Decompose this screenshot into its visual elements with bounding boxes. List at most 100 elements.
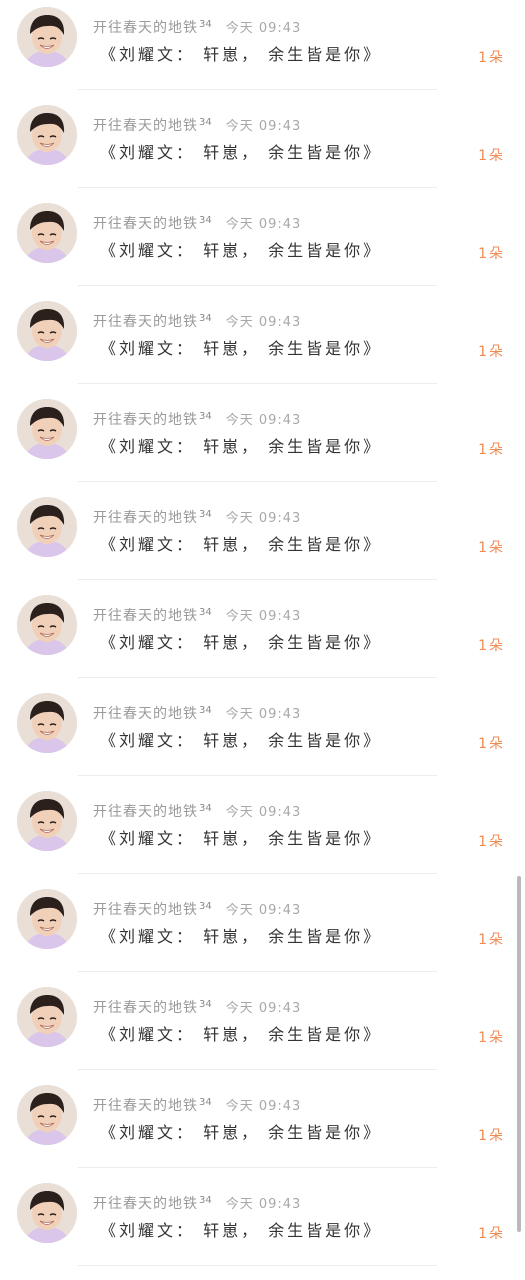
message-time: 今天 09:43 bbox=[225, 903, 302, 918]
avatar[interactable] bbox=[17, 987, 77, 1047]
avatar[interactable] bbox=[17, 889, 77, 949]
avatar[interactable] bbox=[17, 693, 77, 753]
sender-badge: 34 bbox=[199, 803, 212, 814]
message-text[interactable]: 《刘耀文： 轩崽， 余生皆是你》 bbox=[100, 532, 382, 558]
message-item[interactable]: 开往春天的地铁34 今天 09:43 《刘耀文： 轩崽， 余生皆是你》 1朵 bbox=[0, 1070, 525, 1168]
message-text[interactable]: 《刘耀文： 轩崽， 余生皆是你》 bbox=[100, 728, 382, 754]
scrollbar[interactable] bbox=[517, 876, 521, 1232]
message-item[interactable]: 开往春天的地铁34 今天 09:43 《刘耀文： 轩崽， 余生皆是你》 1朵 bbox=[0, 776, 525, 874]
message-time: 今天 09:43 bbox=[225, 217, 302, 232]
sender-badge: 34 bbox=[199, 117, 212, 128]
sender-badge: 34 bbox=[199, 607, 212, 618]
message-meta: 开往春天的地铁34 今天 09:43 bbox=[93, 311, 301, 333]
sender-badge: 34 bbox=[199, 999, 212, 1010]
message-text[interactable]: 《刘耀文： 轩崽， 余生皆是你》 bbox=[100, 1022, 382, 1048]
message-time: 今天 09:43 bbox=[225, 119, 302, 134]
avatar[interactable] bbox=[17, 301, 77, 361]
flower-count: 1朵 bbox=[478, 246, 505, 262]
flower-count: 1朵 bbox=[478, 344, 505, 360]
sender-badge: 34 bbox=[199, 1097, 212, 1108]
message-text[interactable]: 《刘耀文： 轩崽， 余生皆是你》 bbox=[100, 1120, 382, 1146]
message-time: 今天 09:43 bbox=[225, 511, 302, 526]
message-item[interactable]: 开往春天的地铁34 今天 09:43 《刘耀文： 轩崽， 余生皆是你》 1朵 bbox=[0, 384, 525, 482]
flower-count: 1朵 bbox=[478, 1030, 505, 1046]
sender-badge: 34 bbox=[199, 313, 212, 324]
message-text[interactable]: 《刘耀文： 轩崽， 余生皆是你》 bbox=[100, 140, 382, 166]
sender-name[interactable]: 开往春天的地铁 bbox=[93, 804, 198, 820]
message-text[interactable]: 《刘耀文： 轩崽， 余生皆是你》 bbox=[100, 826, 382, 852]
sender-name[interactable]: 开往春天的地铁 bbox=[93, 1196, 198, 1212]
message-text[interactable]: 《刘耀文： 轩崽， 余生皆是你》 bbox=[100, 924, 382, 950]
message-time: 今天 09:43 bbox=[225, 1099, 302, 1114]
sender-name[interactable]: 开往春天的地铁 bbox=[93, 314, 198, 330]
flower-count: 1朵 bbox=[478, 1128, 505, 1144]
sender-name[interactable]: 开往春天的地铁 bbox=[93, 510, 198, 526]
flower-count: 1朵 bbox=[478, 932, 505, 948]
flower-count: 1朵 bbox=[478, 638, 505, 654]
sender-badge: 34 bbox=[199, 705, 212, 716]
message-item[interactable]: 开往春天的地铁34 今天 09:43 《刘耀文： 轩崽， 余生皆是你》 1朵 bbox=[0, 0, 525, 90]
message-item[interactable]: 开往春天的地铁34 今天 09:43 《刘耀文： 轩崽， 余生皆是你》 1朵 bbox=[0, 90, 525, 188]
message-item[interactable]: 开往春天的地铁34 今天 09:43 《刘耀文： 轩崽， 余生皆是你》 1朵 bbox=[0, 580, 525, 678]
flower-count: 1朵 bbox=[478, 540, 505, 556]
avatar[interactable] bbox=[17, 595, 77, 655]
message-time: 今天 09:43 bbox=[225, 315, 302, 330]
message-text[interactable]: 《刘耀文： 轩崽， 余生皆是你》 bbox=[100, 238, 382, 264]
message-item[interactable]: 开往春天的地铁34 今天 09:43 《刘耀文： 轩崽， 余生皆是你》 1朵 bbox=[0, 1168, 525, 1266]
message-text[interactable]: 《刘耀文： 轩崽， 余生皆是你》 bbox=[100, 1218, 382, 1244]
flower-count: 1朵 bbox=[478, 834, 505, 850]
message-item[interactable]: 开往春天的地铁34 今天 09:43 《刘耀文： 轩崽， 余生皆是你》 1朵 bbox=[0, 188, 525, 286]
message-time: 今天 09:43 bbox=[225, 1197, 302, 1212]
sender-name[interactable]: 开往春天的地铁 bbox=[93, 902, 198, 918]
message-meta: 开往春天的地铁34 今天 09:43 bbox=[93, 801, 301, 823]
avatar[interactable] bbox=[17, 1085, 77, 1145]
message-item[interactable]: 开往春天的地铁34 今天 09:43 《刘耀文： 轩崽， 余生皆是你》 1朵 bbox=[0, 874, 525, 972]
flower-count: 1朵 bbox=[478, 1226, 505, 1242]
avatar[interactable] bbox=[17, 105, 77, 165]
message-meta: 开往春天的地铁34 今天 09:43 bbox=[93, 409, 301, 431]
message-text[interactable]: 《刘耀文： 轩崽， 余生皆是你》 bbox=[100, 42, 382, 68]
message-item[interactable]: 开往春天的地铁34 今天 09:43 《刘耀文： 轩崽， 余生皆是你》 1朵 bbox=[0, 286, 525, 384]
message-item[interactable]: 开往春天的地铁34 今天 09:43 《刘耀文： 轩崽， 余生皆是你》 1朵 bbox=[0, 972, 525, 1070]
message-meta: 开往春天的地铁34 今天 09:43 bbox=[93, 213, 301, 235]
sender-name[interactable]: 开往春天的地铁 bbox=[93, 412, 198, 428]
sender-badge: 34 bbox=[199, 509, 212, 520]
message-time: 今天 09:43 bbox=[225, 707, 302, 722]
flower-count: 1朵 bbox=[478, 442, 505, 458]
message-list: 开往春天的地铁34 今天 09:43 《刘耀文： 轩崽， 余生皆是你》 1朵 开往… bbox=[0, 0, 525, 1280]
flower-count: 1朵 bbox=[478, 50, 505, 66]
message-time: 今天 09:43 bbox=[225, 1001, 302, 1016]
flower-count: 1朵 bbox=[478, 736, 505, 752]
message-text[interactable]: 《刘耀文： 轩崽， 余生皆是你》 bbox=[100, 630, 382, 656]
message-time: 今天 09:43 bbox=[225, 609, 302, 624]
flower-count: 1朵 bbox=[478, 148, 505, 164]
message-time: 今天 09:43 bbox=[225, 21, 302, 36]
avatar[interactable] bbox=[17, 399, 77, 459]
avatar[interactable] bbox=[17, 1183, 77, 1243]
avatar[interactable] bbox=[17, 203, 77, 263]
message-meta: 开往春天的地铁34 今天 09:43 bbox=[93, 507, 301, 529]
avatar[interactable] bbox=[17, 791, 77, 851]
message-meta: 开往春天的地铁34 今天 09:43 bbox=[93, 997, 301, 1019]
message-meta: 开往春天的地铁34 今天 09:43 bbox=[93, 17, 301, 39]
message-meta: 开往春天的地铁34 今天 09:43 bbox=[93, 605, 301, 627]
message-item[interactable]: 开往春天的地铁34 今天 09:43 《刘耀文： 轩崽， 余生皆是你》 1朵 bbox=[0, 678, 525, 776]
sender-badge: 34 bbox=[199, 901, 212, 912]
avatar[interactable] bbox=[17, 497, 77, 557]
message-time: 今天 09:43 bbox=[225, 805, 302, 820]
message-meta: 开往春天的地铁34 今天 09:43 bbox=[93, 1193, 301, 1215]
sender-name[interactable]: 开往春天的地铁 bbox=[93, 20, 198, 36]
avatar[interactable] bbox=[17, 7, 77, 67]
sender-name[interactable]: 开往春天的地铁 bbox=[93, 1000, 198, 1016]
message-item[interactable]: 开往春天的地铁34 今天 09:43 《刘耀文： 轩崽， 余生皆是你》 1朵 bbox=[0, 482, 525, 580]
sender-badge: 34 bbox=[199, 215, 212, 226]
message-text[interactable]: 《刘耀文： 轩崽， 余生皆是你》 bbox=[100, 434, 382, 460]
sender-badge: 34 bbox=[199, 411, 212, 422]
message-text[interactable]: 《刘耀文： 轩崽， 余生皆是你》 bbox=[100, 336, 382, 362]
sender-name[interactable]: 开往春天的地铁 bbox=[93, 608, 198, 624]
sender-name[interactable]: 开往春天的地铁 bbox=[93, 1098, 198, 1114]
sender-name[interactable]: 开往春天的地铁 bbox=[93, 118, 198, 134]
sender-name[interactable]: 开往春天的地铁 bbox=[93, 706, 198, 722]
sender-name[interactable]: 开往春天的地铁 bbox=[93, 216, 198, 232]
sender-badge: 34 bbox=[199, 19, 212, 30]
